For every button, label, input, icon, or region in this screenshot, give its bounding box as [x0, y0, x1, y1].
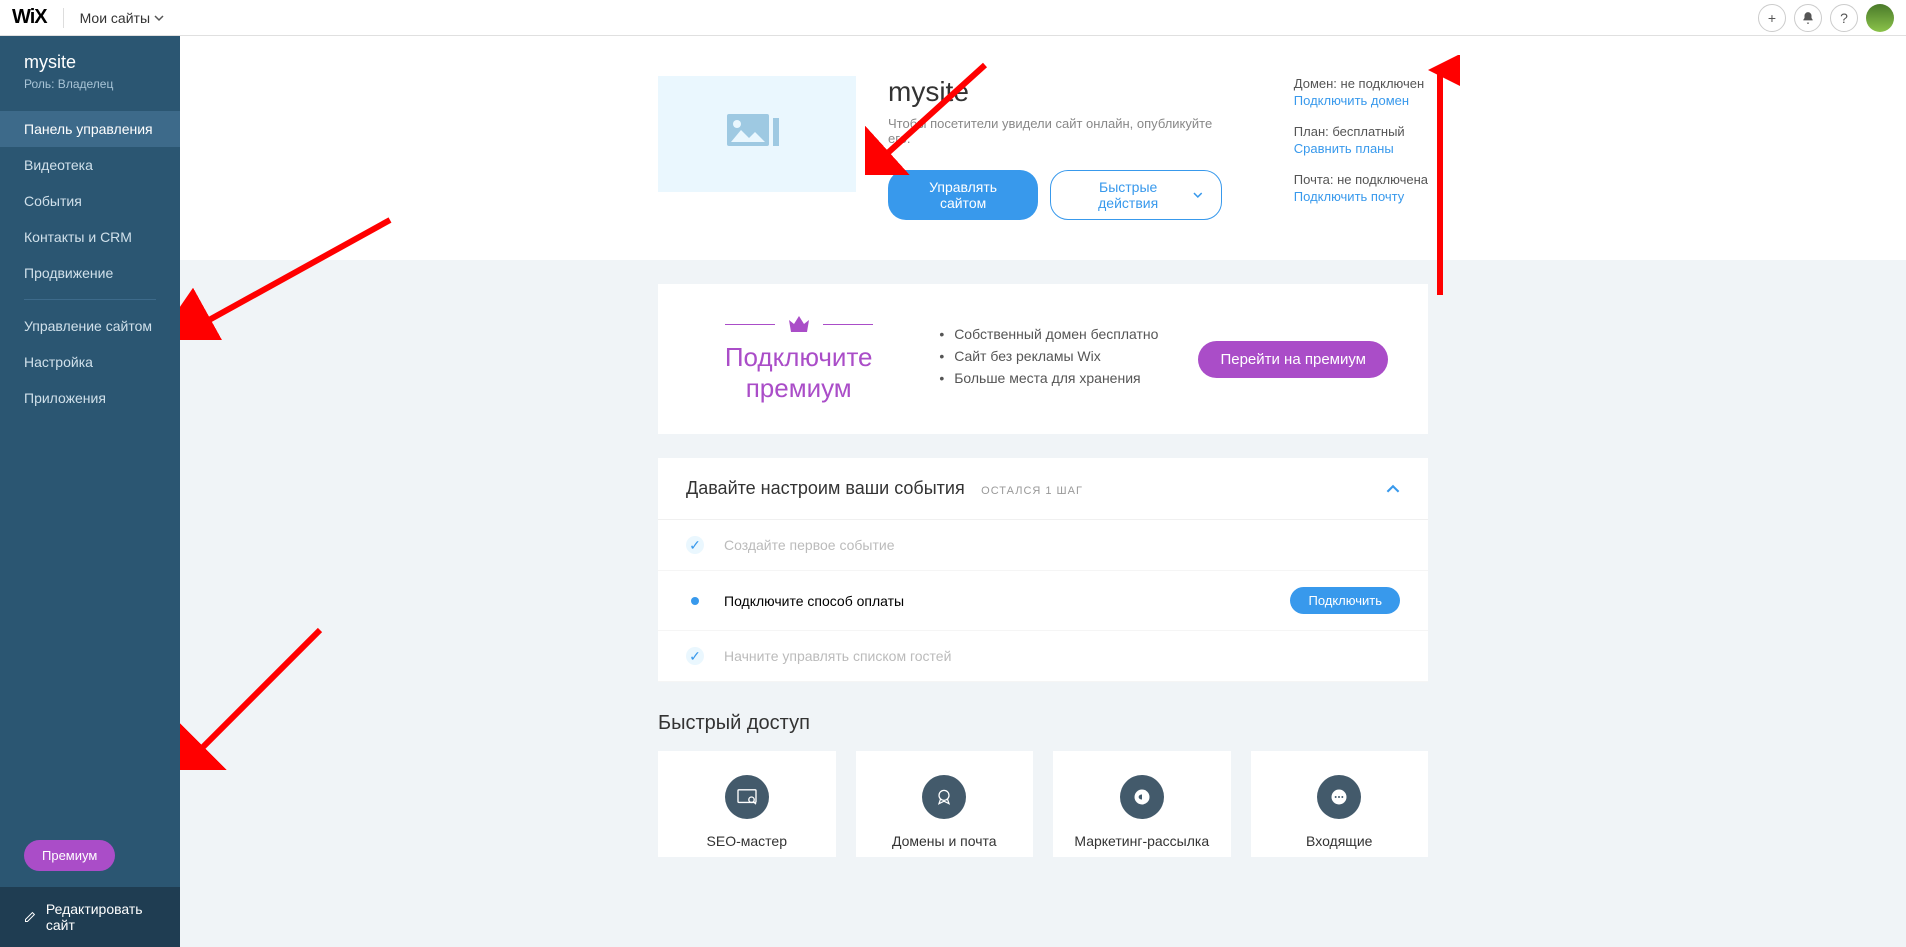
edit-site-label: Редактировать сайт — [46, 901, 156, 933]
quick-card-domains[interactable]: Домены и почта — [856, 751, 1034, 857]
domain-status: Домен: не подключен — [1294, 76, 1428, 91]
setup-step-2[interactable]: Подключите способ оплаты Подключить — [658, 571, 1428, 631]
dot-icon — [691, 597, 699, 605]
setup-card: Давайте настроим ваши события ОСТАЛСЯ 1 … — [658, 458, 1428, 682]
nav-contacts[interactable]: Контакты и CRM — [0, 219, 180, 255]
chevron-down-icon — [154, 13, 164, 23]
go-premium-button[interactable]: Перейти на премиум — [1198, 341, 1388, 378]
quick-card-marketing[interactable]: Маркетинг-рассылка — [1053, 751, 1231, 857]
edit-site-button[interactable]: Редактировать сайт — [0, 887, 180, 947]
quick-card-inbox[interactable]: Входящие — [1251, 751, 1429, 857]
my-sites-dropdown[interactable]: Мои сайты — [80, 10, 164, 26]
badge-icon — [922, 775, 966, 819]
premium-banner: Подключите премиум Собственный домен бес… — [658, 284, 1428, 434]
manage-site-button[interactable]: Управлять сайтом — [888, 170, 1038, 220]
connect-mail-link[interactable]: Подключить почту — [1294, 189, 1428, 204]
chevron-down-icon — [1193, 190, 1203, 200]
nav-events[interactable]: События — [0, 183, 180, 219]
quick-card-seo[interactable]: SEO-мастер — [658, 751, 836, 857]
nav-dashboard[interactable]: Панель управления — [0, 111, 180, 147]
setup-step-1[interactable]: ✓ Создайте первое событие — [658, 520, 1428, 571]
site-thumbnail[interactable] — [658, 76, 856, 192]
connect-domain-link[interactable]: Подключить домен — [1294, 93, 1428, 108]
setup-remaining: ОСТАЛСЯ 1 ШАГ — [981, 485, 1083, 497]
nav-video[interactable]: Видеотека — [0, 147, 180, 183]
setup-title: Давайте настроим ваши события — [686, 478, 965, 498]
quick-access-title: Быстрый доступ — [658, 712, 1428, 735]
mail-status: Почта: не подключена — [1294, 172, 1428, 187]
compare-plans-link[interactable]: Сравнить планы — [1294, 141, 1428, 156]
quick-actions-button[interactable]: Быстрые действия — [1050, 170, 1222, 220]
seo-icon — [725, 775, 769, 819]
topbar: WiX Мои сайты + ? — [0, 0, 1906, 36]
nav-site-management[interactable]: Управление сайтом — [0, 308, 180, 344]
hero-subtitle: Чтобы посетители увидели сайт онлайн, оп… — [888, 116, 1222, 146]
add-button[interactable]: + — [1758, 4, 1786, 32]
plan-status: План: бесплатный — [1294, 124, 1428, 139]
premium-button[interactable]: Премиум — [24, 840, 115, 871]
notifications-icon[interactable] — [1794, 4, 1822, 32]
megaphone-icon — [1120, 775, 1164, 819]
chevron-up-icon — [1386, 482, 1400, 496]
nav-settings[interactable]: Настройка — [0, 344, 180, 380]
connect-payment-button[interactable]: Подключить — [1290, 587, 1400, 614]
check-icon: ✓ — [686, 536, 704, 554]
image-placeholder-icon — [727, 114, 787, 154]
sidebar: mysite Роль: Владелец Панель управления … — [0, 36, 180, 947]
setup-step-3[interactable]: ✓ Начните управлять списком гостей — [658, 631, 1428, 682]
hero-title: mysite — [888, 76, 1222, 108]
nav-promotion[interactable]: Продвижение — [0, 255, 180, 291]
my-sites-label: Мои сайты — [80, 10, 150, 26]
avatar[interactable] — [1866, 4, 1894, 32]
site-name: mysite — [24, 52, 156, 73]
crown-icon — [787, 314, 811, 334]
main-content: mysite Чтобы посетители увидели сайт онл… — [180, 36, 1906, 947]
wix-logo[interactable]: WiX — [12, 6, 47, 29]
hero-section: mysite Чтобы посетители увидели сайт онл… — [180, 36, 1906, 260]
setup-header[interactable]: Давайте настроим ваши события ОСТАЛСЯ 1 … — [658, 458, 1428, 520]
nav-apps[interactable]: Приложения — [0, 380, 180, 416]
premium-title: Подключите премиум — [698, 342, 899, 404]
quick-access-section: Быстрый доступ SEO-мастер Домены и почта — [658, 712, 1428, 857]
check-icon: ✓ — [686, 647, 704, 665]
chat-icon — [1317, 775, 1361, 819]
help-icon[interactable]: ? — [1830, 4, 1858, 32]
site-role: Роль: Владелец — [24, 77, 156, 91]
pencil-icon — [24, 910, 36, 924]
premium-benefits: Собственный домен бесплатно Сайт без рек… — [939, 326, 1158, 392]
